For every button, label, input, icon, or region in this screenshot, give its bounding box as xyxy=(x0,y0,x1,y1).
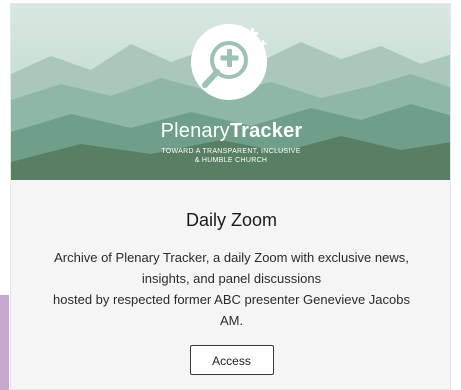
brand-name-bold: Tracker xyxy=(229,120,303,142)
hero-banner: PlenaryTracker TOWARD A TRANSPARENT, INC… xyxy=(11,4,450,180)
description-line-2: insights, and panel discussions xyxy=(141,271,322,286)
card-description: Archive of Plenary Tracker, a daily Zoom… xyxy=(22,247,442,331)
brand-name-light: Plenary xyxy=(160,120,230,142)
tagline-line-2: & HUMBLE CHURCH xyxy=(194,157,268,164)
description-line-4: AM. xyxy=(219,313,244,328)
daily-zoom-card: PlenaryTracker TOWARD A TRANSPARENT, INC… xyxy=(10,3,451,390)
tagline-line-1: TOWARD A TRANSPARENT, INCLUSIVE xyxy=(161,148,301,155)
brand-name: PlenaryTracker xyxy=(11,120,450,143)
card-content: Daily Zoom Archive of Plenary Tracker, a… xyxy=(11,180,450,375)
side-strip xyxy=(0,295,9,390)
description-line-1: Archive of Plenary Tracker, a daily Zoom… xyxy=(54,250,409,265)
magnifier-plus-icon xyxy=(191,24,267,100)
card-title: Daily Zoom xyxy=(185,210,278,230)
access-button[interactable]: Access xyxy=(189,345,274,375)
description-line-3: hosted by respected former ABC presenter… xyxy=(53,292,410,307)
brand-tagline: TOWARD A TRANSPARENT, INCLUSIVE & HUMBLE… xyxy=(131,147,331,165)
